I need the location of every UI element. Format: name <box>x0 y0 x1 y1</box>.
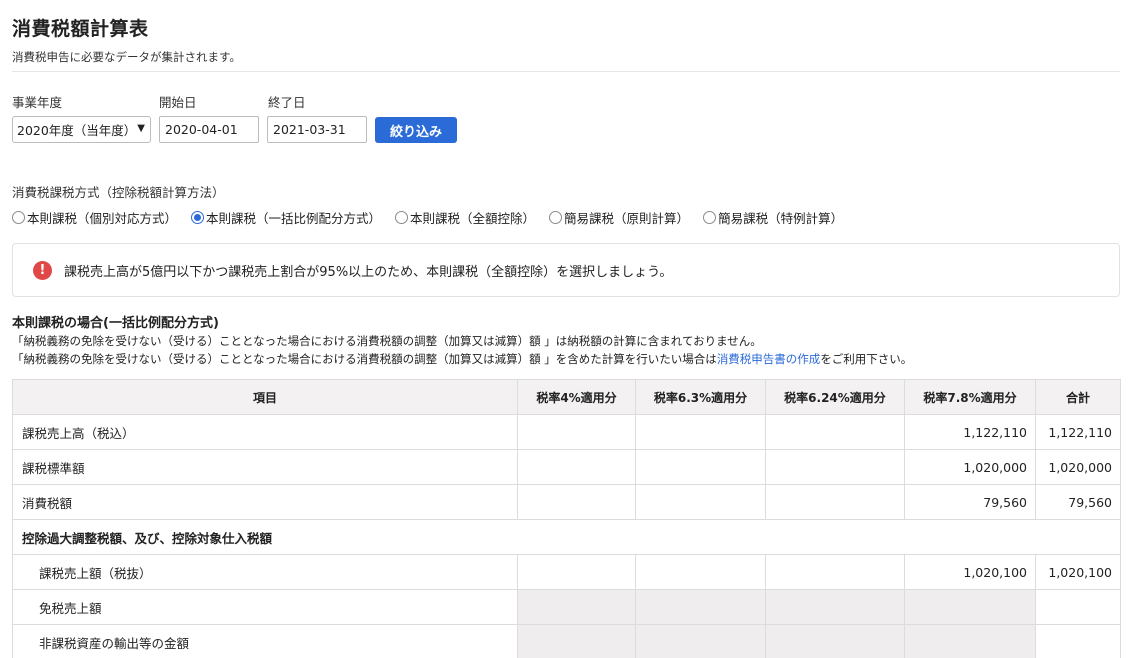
page-title: 消費税額計算表 <box>12 18 149 40</box>
start-date-value: 2020-04-01 <box>165 122 238 137</box>
note-prefix: 「納税義務の免除を受けない（受ける）こととなった場合における消費税額の調整（加算… <box>12 352 717 366</box>
table-cell <box>635 554 766 590</box>
year-select-value: 2020年度（当年度） <box>17 123 137 138</box>
table-row: 課税標準額 1,020,000 1,020,000 <box>12 449 1121 485</box>
table-cell <box>517 589 636 625</box>
table-cell <box>1035 589 1121 625</box>
filter-button[interactable]: 絞り込み <box>375 117 457 143</box>
radio-label: 本則課税（一括比例配分方式） <box>206 211 382 226</box>
start-date-label: 開始日 <box>159 95 197 110</box>
radio-button[interactable] <box>703 211 717 224</box>
table-cell <box>635 624 766 658</box>
page-subtitle: 消費税申告に必要なデータが集計されます。 <box>12 50 241 64</box>
chevron-down-icon: ▼ <box>137 123 145 134</box>
table-cell <box>1035 624 1121 658</box>
table-cell <box>635 484 766 520</box>
row-label: 課税売上額（税抜） <box>12 554 518 590</box>
table-cell: 1,020,100 <box>1035 554 1121 590</box>
tax-method-label: 消費税課税方式（控除税額計算方法） <box>12 185 225 200</box>
table-cell: 1,122,110 <box>904 414 1036 450</box>
table-cell <box>765 554 905 590</box>
table-cell <box>517 624 636 658</box>
header-total: 合計 <box>1035 379 1121 415</box>
end-date-input[interactable]: 2021-03-31 <box>267 116 367 143</box>
year-select[interactable]: 2020年度（当年度） ▼ <box>12 116 151 143</box>
table-row: 免税売上額 <box>12 589 1121 625</box>
table-row: 課税売上額（税抜） 1,020,100 1,020,100 <box>12 554 1121 590</box>
radio-label: 簡易課税（特例計算） <box>718 211 844 226</box>
header-rate-7-8: 税率7.8%適用分 <box>904 379 1036 415</box>
header-rate-6-3: 税率6.3%適用分 <box>635 379 766 415</box>
table-cell: 1,020,000 <box>1035 449 1121 485</box>
radio-label: 本則課税（個別対応方式） <box>27 211 178 226</box>
table-cell: 1,122,110 <box>1035 414 1121 450</box>
table-cell: 1,020,000 <box>904 449 1036 485</box>
table-cell <box>517 414 636 450</box>
tax-method-option-full-deduction[interactable]: 本則課税（全額控除） <box>395 208 535 227</box>
row-label: 課税標準額 <box>12 449 518 485</box>
end-date-label: 終了日 <box>268 95 306 110</box>
radio-label: 本則課税（全額控除） <box>410 211 536 226</box>
row-label: 消費税額 <box>12 484 518 520</box>
start-date-input[interactable]: 2020-04-01 <box>159 116 259 143</box>
table-cell <box>517 554 636 590</box>
row-label: 非課税資産の輸出等の金額 <box>12 624 518 658</box>
row-label: 免税売上額 <box>12 589 518 625</box>
table-cell <box>517 484 636 520</box>
table-row: 課税売上高（税込） 1,122,110 1,122,110 <box>12 414 1121 450</box>
table-row: 非課税資産の輸出等の金額 <box>12 624 1121 658</box>
table-cell <box>635 414 766 450</box>
table-cell <box>765 414 905 450</box>
alert-text: 課税売上高が5億円以下かつ課税売上割合が95%以上のため、本則課税（全額控除）を… <box>64 264 673 280</box>
table-cell <box>765 624 905 658</box>
table-cell <box>904 624 1036 658</box>
group-label: 控除過大調整税額、及び、控除対象仕入税額 <box>12 519 1121 555</box>
table-group-row: 控除過大調整税額、及び、控除対象仕入税額 <box>12 519 1121 555</box>
section-note-2: 「納税義務の免除を受けない（受ける）こととなった場合における消費税額の調整（加算… <box>12 351 912 367</box>
radio-button[interactable] <box>395 211 409 224</box>
table-cell: 79,560 <box>1035 484 1121 520</box>
end-date-value: 2021-03-31 <box>273 122 346 137</box>
radio-button[interactable] <box>191 211 205 224</box>
table-header-row: 項目 税率4%適用分 税率6.3%適用分 税率6.24%適用分 税率7.8%適用… <box>12 379 1121 415</box>
tax-method-option-individual[interactable]: 本則課税（個別対応方式） <box>12 208 177 227</box>
table-row: 消費税額 79,560 79,560 <box>12 484 1121 520</box>
section-title: 本則課税の場合(一括比例配分方式) <box>12 316 219 331</box>
tax-method-option-simplified-special[interactable]: 簡易課税（特例計算） <box>703 208 843 227</box>
tax-method-radio-group: 本則課税（個別対応方式） 本則課税（一括比例配分方式） 本則課税（全額控除） 簡… <box>12 208 857 227</box>
header-item: 項目 <box>12 379 518 415</box>
header-rate-6-24: 税率6.24%適用分 <box>765 379 905 415</box>
radio-label: 簡易課税（原則計算） <box>564 211 690 226</box>
table-cell <box>635 449 766 485</box>
table-cell: 1,020,100 <box>904 554 1036 590</box>
tax-table: 項目 税率4%適用分 税率6.3%適用分 税率6.24%適用分 税率7.8%適用… <box>12 379 1121 658</box>
year-label: 事業年度 <box>12 95 63 110</box>
section-note-1: 「納税義務の免除を受けない（受ける）こととなった場合における消費税額の調整（加算… <box>12 334 762 348</box>
table-cell <box>517 449 636 485</box>
header-rate-4: 税率4%適用分 <box>517 379 636 415</box>
row-label: 課税売上高（税込） <box>12 414 518 450</box>
radio-button[interactable] <box>12 211 25 224</box>
table-cell <box>904 589 1036 625</box>
divider <box>12 71 1120 72</box>
exclamation-icon: ! <box>33 260 52 280</box>
tax-return-link[interactable]: 消費税申告書の作成 <box>717 352 821 366</box>
table-cell <box>635 589 766 625</box>
table-cell <box>765 484 905 520</box>
recommendation-alert: ! 課税売上高が5億円以下かつ課税売上割合が95%以上のため、本則課税（全額控除… <box>12 243 1120 297</box>
table-cell <box>765 589 905 625</box>
tax-method-option-proportional[interactable]: 本則課税（一括比例配分方式） <box>191 208 381 227</box>
radio-button[interactable] <box>549 211 563 224</box>
table-cell: 79,560 <box>904 484 1036 520</box>
note-suffix: をご利用下さい。 <box>820 352 913 366</box>
table-cell <box>765 449 905 485</box>
tax-method-option-simplified[interactable]: 簡易課税（原則計算） <box>549 208 689 227</box>
